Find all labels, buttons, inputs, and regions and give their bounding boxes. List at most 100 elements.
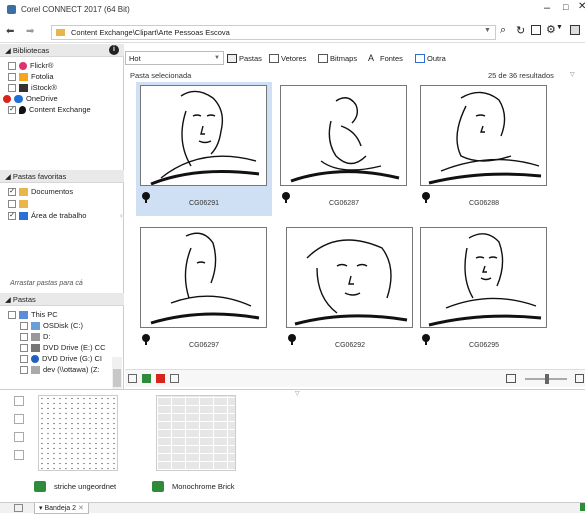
open-folder-icon[interactable] <box>14 396 24 406</box>
copy-icon[interactable] <box>170 374 179 383</box>
checkbox[interactable] <box>8 199 16 208</box>
checkbox[interactable] <box>8 72 16 81</box>
folder-item-g[interactable]: DVD Drive (G:) CI <box>20 353 102 364</box>
library-item-flickr[interactable]: Flickr® <box>8 60 53 71</box>
refresh-icon[interactable]: ↻ <box>516 24 525 37</box>
filter-vetores[interactable]: Vetores <box>269 51 306 65</box>
tray-tab-label: Bandeja 2 <box>44 505 76 512</box>
zoom-slider-knob[interactable] <box>545 374 549 384</box>
result-tile[interactable]: CG06288 <box>416 82 552 216</box>
checkbox[interactable] <box>20 332 28 341</box>
back-arrow-icon[interactable]: ⬅ <box>6 26 14 37</box>
close-tab-icon[interactable]: ✕ <box>78 505 84 512</box>
panel-icon[interactable] <box>531 25 541 35</box>
folder-icon <box>56 29 65 36</box>
folder-label: DVD Drive (G:) CI <box>42 354 102 363</box>
folder-item-c[interactable]: OSDisk (C:) <box>20 320 83 331</box>
chevron-down-icon[interactable]: ▼ <box>556 24 563 31</box>
checkbox[interactable] <box>8 310 16 319</box>
address-bar: ⬅ ➡ Content Exchange\Clipart\Arte Pessoa… <box>0 21 585 43</box>
folder-item-e[interactable]: DVD Drive (E:) CC <box>20 342 106 353</box>
info-icon[interactable]: i <box>109 45 119 55</box>
view-mode-icon[interactable] <box>506 374 516 383</box>
result-tile[interactable]: CG06291 <box>136 82 272 216</box>
tray-collapse-icon[interactable]: ▽ <box>295 390 300 397</box>
tray-item-label: striche ungeordnet <box>34 481 116 492</box>
new-tray-icon[interactable] <box>14 504 23 512</box>
checkbox[interactable] <box>8 83 16 92</box>
sort-icon[interactable]: ▽ <box>570 71 575 78</box>
export-icon[interactable] <box>14 450 24 460</box>
checkbox[interactable] <box>20 321 28 330</box>
folder-icon[interactable] <box>128 374 137 383</box>
tray-tab[interactable]: ▾ Bandeja 2 ✕ <box>34 503 89 514</box>
library-item-fotolia[interactable]: Fotolia <box>8 71 54 82</box>
favorite-item-desktop[interactable]: ✓ Área de trabalho <box>8 210 86 221</box>
checkbox-checked[interactable]: ✓ <box>8 211 16 220</box>
folder-label: This PC <box>31 310 58 319</box>
forward-arrow-icon[interactable]: ➡ <box>26 26 34 37</box>
library-label: OneDrive <box>26 94 58 103</box>
favorite-item-blank[interactable] <box>8 198 31 209</box>
library-label: iStock® <box>31 83 57 92</box>
folder-item-z[interactable]: dev (\\ottawa) (Z: <box>20 364 100 375</box>
search-icon[interactable]: ⌕ <box>500 24 506 37</box>
filter-outra[interactable]: Outra <box>415 51 446 65</box>
clipart-thumbnail <box>420 85 547 186</box>
results-status-bar <box>125 369 585 387</box>
add-to-tray-icon[interactable] <box>142 374 151 383</box>
collapse-left-icon[interactable]: ‹ <box>120 211 123 220</box>
library-item-onedrive[interactable]: OneDrive <box>3 93 58 104</box>
checkbox[interactable] <box>8 61 16 70</box>
app-icon <box>7 5 16 14</box>
clipart-thumbnail <box>140 85 267 186</box>
library-item-istock[interactable]: iStock® <box>8 82 57 93</box>
checkbox[interactable] <box>20 343 28 352</box>
minimize-button[interactable]: – <box>544 2 550 14</box>
clipart-thumbnail <box>286 227 413 328</box>
chip-label: Outra <box>427 53 446 63</box>
folder-item-this-pc[interactable]: This PC <box>8 309 58 320</box>
folder-label: dev (\\ottawa) (Z: <box>43 365 100 374</box>
large-thumbnail-icon[interactable] <box>575 374 584 383</box>
favorite-item-documentos[interactable]: ✓ Documentos <box>8 186 73 197</box>
tray-item[interactable]: Monochrome Brick <box>152 395 240 492</box>
checkbox-checked[interactable]: ✓ <box>8 105 16 114</box>
favorites-header[interactable]: ◢ Pastas favoritas <box>0 170 124 183</box>
tray-icon[interactable] <box>570 25 580 35</box>
pin-icon <box>282 192 290 203</box>
tile-label: CG06288 <box>469 200 499 207</box>
scrollbar-thumb[interactable] <box>113 369 121 387</box>
window-title: Corel CONNECT 2017 (64 Bit) <box>21 5 130 14</box>
delete-icon[interactable] <box>14 432 24 442</box>
filter-select[interactable]: Hot ▼ <box>125 51 224 65</box>
path-field[interactable]: Content Exchange\Clipart\Arte Pessoas Es… <box>51 25 496 40</box>
computer-icon <box>19 310 28 319</box>
folders-header[interactable]: ◢ Pastas <box>0 293 124 306</box>
remove-icon[interactable] <box>156 374 165 383</box>
tray-item[interactable]: striche ungeordnet <box>34 395 122 492</box>
checkbox[interactable] <box>20 354 28 363</box>
folder-item-d[interactable]: D: <box>20 331 51 342</box>
gear-icon[interactable]: ⚙ <box>546 23 556 36</box>
result-tile[interactable]: CG06287 <box>276 82 412 216</box>
library-item-content-exchange[interactable]: ✓ Content Exchange <box>8 104 91 115</box>
filter-bitmaps[interactable]: Bitmaps <box>318 51 357 65</box>
tile-label: CG06287 <box>329 200 359 207</box>
dvd-icon <box>31 354 39 363</box>
folder-icon <box>19 187 28 196</box>
result-tile[interactable]: CG06297 <box>136 224 272 358</box>
filter-pastas[interactable]: Pastas <box>227 51 262 65</box>
maximize-button[interactable]: □ <box>563 2 568 12</box>
chevron-down-icon[interactable]: ▼ <box>484 27 491 34</box>
result-tile[interactable]: CG06292 <box>282 224 418 358</box>
close-button[interactable]: ✕ <box>578 1 585 12</box>
selected-folder-label: Pasta selecionada <box>130 71 192 80</box>
libraries-header[interactable]: ◢ Bibliotecas <box>0 44 124 57</box>
filter-fontes[interactable]: A Fontes <box>368 51 403 65</box>
import-icon[interactable] <box>14 414 24 424</box>
checkbox[interactable] <box>20 365 28 374</box>
result-tile[interactable]: CG06295 <box>416 224 552 358</box>
checkbox-checked[interactable]: ✓ <box>8 187 16 196</box>
disk-icon <box>31 321 40 330</box>
